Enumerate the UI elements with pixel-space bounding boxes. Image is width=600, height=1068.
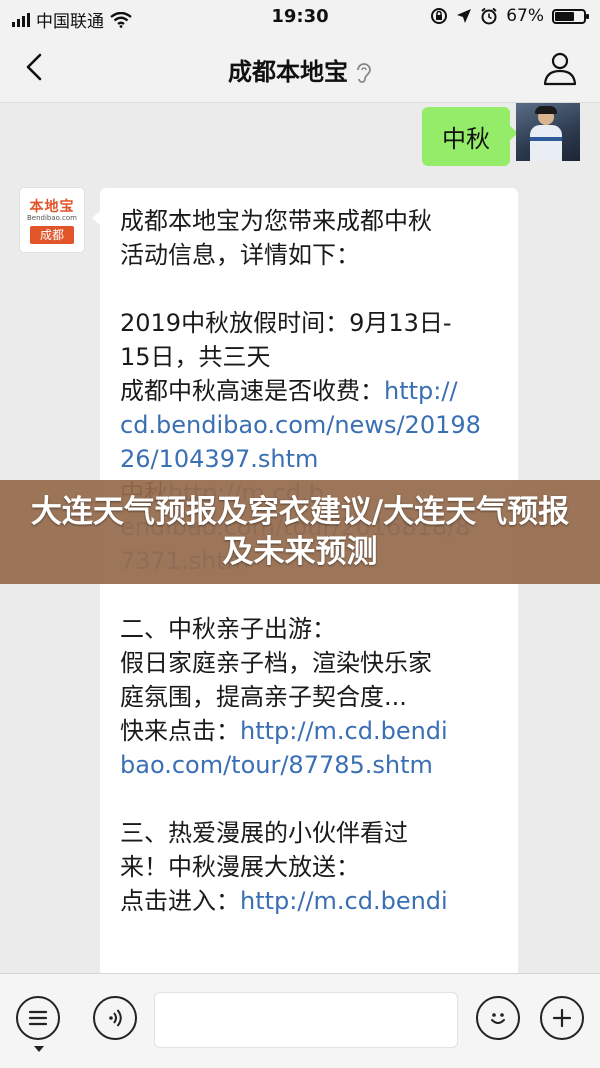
message-line: 快来点击：http://m.cd.bendi (120, 714, 500, 748)
message-text: 成都中秋高速是否收费： (120, 377, 384, 405)
voice-waves-icon (109, 1009, 122, 1027)
message-link[interactable]: http://m.cd.bendi (240, 717, 448, 745)
status-bar: 中国联通 19:30 67% (0, 0, 600, 34)
outgoing-bubble[interactable]: 中秋 (422, 107, 518, 166)
plus-icon[interactable] (540, 996, 584, 1040)
message-input[interactable] (154, 992, 458, 1048)
avatar-cap (535, 106, 557, 114)
orientation-lock-icon (431, 8, 448, 24)
message-text: 活动信息，详情如下： (120, 241, 360, 269)
overlay-banner: 大连天气预报及穿衣建议/大连天气预报及未来预测 (0, 480, 600, 584)
message-line: cd.bendibao.com/news/20198 (120, 408, 500, 442)
message-line: 来！中秋漫展大放送： (120, 850, 500, 884)
message-line: bao.com/tour/87785.shtm (120, 748, 500, 782)
message-link[interactable]: bao.com/tour/87785.shtm (120, 751, 433, 779)
smiley-face-icon (491, 1013, 505, 1024)
message-line: 点击进入：http://m.cd.bendi (120, 884, 500, 918)
person-icon[interactable] (542, 50, 578, 86)
battery-percent: 67% (506, 6, 544, 26)
ear-icon (357, 63, 371, 83)
message-text: 成都本地宝为您带来成都中秋 (120, 207, 432, 235)
message-link[interactable]: 26/104397.shtm (120, 445, 318, 473)
message-line: 假日家庭亲子档，渲染快乐家 (120, 646, 500, 680)
menu-lines-icon (28, 1010, 48, 1026)
page-title: 成都本地宝 (228, 58, 348, 86)
message-text: 假日家庭亲子档，渲染快乐家 (120, 649, 432, 677)
message-link[interactable]: cd.bendibao.com/news/20198 (120, 411, 481, 439)
menu-list-icon[interactable] (16, 996, 60, 1040)
message-line: 活动信息，详情如下： (120, 238, 500, 272)
brand-city-tag: 成都 (30, 226, 74, 244)
message-text: 2019中秋放假时间：9月13日- (120, 309, 452, 337)
input-bar (0, 973, 600, 1068)
message-text: 来！中秋漫展大放送： (120, 853, 360, 881)
battery-fill (555, 11, 574, 21)
alarm-icon (481, 7, 497, 25)
message-line: 成都本地宝为您带来成都中秋 (120, 204, 500, 238)
message-link[interactable]: http:// (384, 377, 458, 405)
user-avatar[interactable] (516, 103, 580, 161)
message-text: 15日，共三天 (120, 343, 271, 371)
message-line: 庭氛围，提高亲子契合度... (120, 680, 500, 714)
brand-logo-subtext: Bendibao.com (26, 214, 77, 222)
avatar-shirt-stripe (530, 137, 562, 141)
battery-icon (552, 8, 589, 24)
menu-caret-icon (34, 1046, 44, 1052)
message-line: 三、热爱漫展的小伙伴看过 (120, 816, 500, 850)
message-text: 快来点击： (120, 717, 240, 745)
message-text: 庭氛围，提高亲子契合度... (120, 683, 407, 711)
message-line: 二、中秋亲子出游： (120, 612, 500, 646)
avatar-figure (530, 125, 562, 161)
message-paragraph: 三、热爱漫展的小伙伴看过 来！中秋漫展大放送： 点击进入：http://m.cd.b… (120, 816, 500, 918)
brand-logo-text: 本地宝 (29, 199, 75, 215)
message-line: 2019中秋放假时间：9月13日- (120, 306, 500, 340)
emoji-icon[interactable] (476, 996, 520, 1040)
page-title-wrap: 成都本地宝 (0, 52, 600, 87)
message-line: 成都中秋高速是否收费：http:// (120, 374, 500, 408)
chat-header: 成都本地宝 (0, 34, 600, 103)
outgoing-message[interactable]: 中秋 (422, 107, 518, 166)
message-line: 26/104397.shtm (120, 442, 500, 476)
message-line: 15日，共三天 (120, 340, 500, 374)
voice-icon[interactable] (93, 996, 137, 1040)
official-account-avatar[interactable]: 本地宝 Bendibao.com 成都 (20, 188, 84, 252)
plus-sign-icon (552, 1008, 572, 1028)
message-text: 二、中秋亲子出游： (120, 615, 336, 643)
location-icon (457, 9, 472, 23)
message-text: 三、热爱漫展的小伙伴看过 (120, 819, 408, 847)
message-paragraph: 成都本地宝为您带来成都中秋 活动信息，详情如下： (120, 204, 500, 272)
message-paragraph: 二、中秋亲子出游： 假日家庭亲子档，渲染快乐家 庭氛围，提高亲子契合度... 快来点击… (120, 612, 500, 782)
banner-text: 大连天气预报及穿衣建议/大连天气预报及未来预测 (30, 494, 570, 570)
status-right: 67% (430, 6, 589, 26)
message-text: 点击进入： (120, 887, 240, 915)
message-link[interactable]: http://m.cd.bendi (240, 887, 448, 915)
